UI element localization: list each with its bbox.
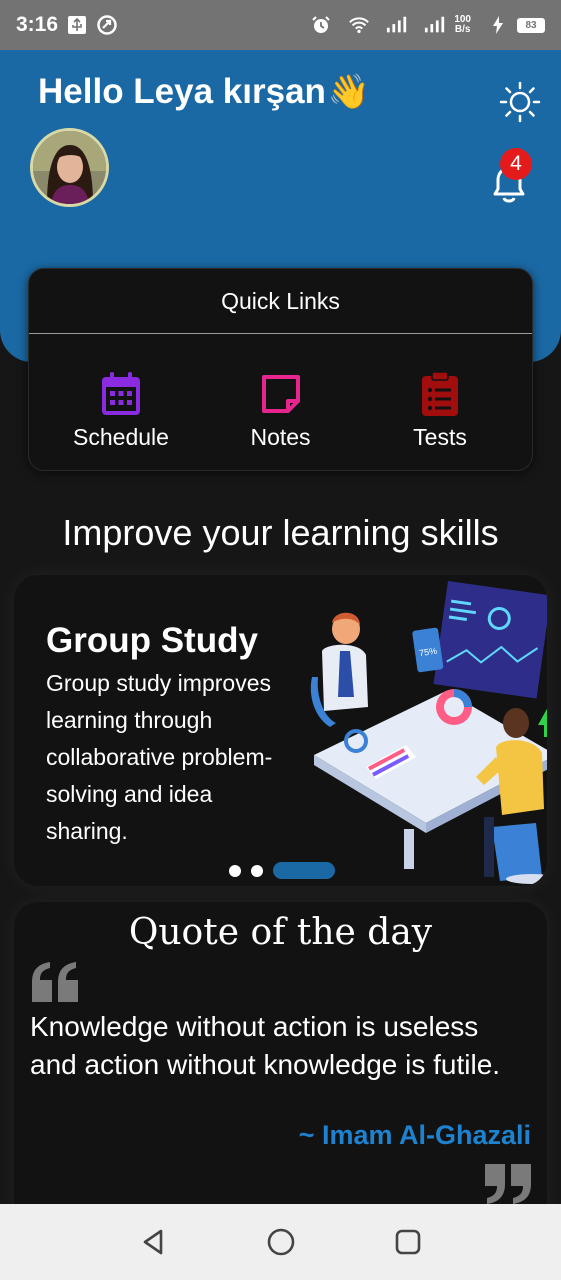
alarm-icon — [310, 14, 332, 36]
home-icon[interactable] — [259, 1220, 303, 1264]
system-navigation-bar — [0, 1204, 561, 1280]
clipboard-list-icon — [418, 370, 462, 418]
quick-link-label: Schedule — [73, 424, 169, 450]
sync-icon — [96, 14, 118, 36]
carousel-dot[interactable] — [229, 864, 241, 877]
avatar[interactable] — [30, 128, 109, 207]
card-title: Group Study — [46, 621, 258, 660]
carousel-indicator — [229, 862, 335, 879]
network-speed: 100 B/s — [454, 15, 471, 35]
sticky-note-icon — [259, 370, 303, 418]
quick-link-notes[interactable]: Notes — [221, 370, 341, 451]
quick-links-title: Quick Links — [29, 269, 532, 334]
status-time: 3:16 — [16, 13, 59, 36]
back-icon[interactable] — [132, 1220, 176, 1264]
battery-indicator: 83 — [517, 17, 545, 33]
quick-link-schedule[interactable]: Schedule — [61, 370, 181, 451]
quote-text: Knowledge without action is useless and … — [30, 1011, 501, 1080]
quote-close-icon — [481, 1162, 533, 1206]
status-bar: 3:16 100 B/s 83 — [0, 0, 561, 50]
network-speed-unit: B/s — [454, 24, 471, 35]
greeting-text: Hello Leya kırşan — [38, 72, 326, 111]
quick-link-label: Tests — [413, 424, 467, 450]
quick-links-card: Quick Links Schedule Notes Tests — [28, 268, 533, 471]
carousel-dot[interactable] — [251, 864, 263, 877]
carousel-dot-active[interactable] — [273, 862, 335, 879]
group-study-illustration: 75% — [296, 577, 547, 886]
carousel-card-group-study[interactable]: Group Study Group study improves learnin… — [14, 575, 547, 886]
quick-link-tests[interactable]: Tests — [380, 370, 500, 451]
signal-icon-2 — [424, 14, 446, 36]
theme-toggle-sun-icon[interactable] — [498, 80, 542, 124]
quote-card: Quote of the day Knowledge without actio… — [14, 902, 547, 1222]
wifi-icon — [348, 14, 370, 36]
wave-emoji: 👋 — [327, 73, 371, 111]
quote-author: ~ Imam Al-Ghazali — [298, 1120, 531, 1150]
usb-icon — [66, 14, 88, 36]
recents-icon[interactable] — [386, 1220, 430, 1264]
quote-heading: Quote of the day — [128, 912, 433, 953]
calendar-icon — [99, 370, 143, 418]
greeting: Hello Leya kırşan 👋 — [38, 72, 370, 112]
signal-icon — [386, 14, 408, 36]
notification-badge: 4 — [500, 148, 532, 180]
card-description: Group study improves learning through co… — [46, 670, 273, 844]
quote-open-icon — [30, 960, 82, 1004]
quick-link-label: Notes — [250, 424, 311, 450]
charging-icon — [487, 14, 509, 36]
section-title: Improve your learning skills — [62, 512, 499, 553]
